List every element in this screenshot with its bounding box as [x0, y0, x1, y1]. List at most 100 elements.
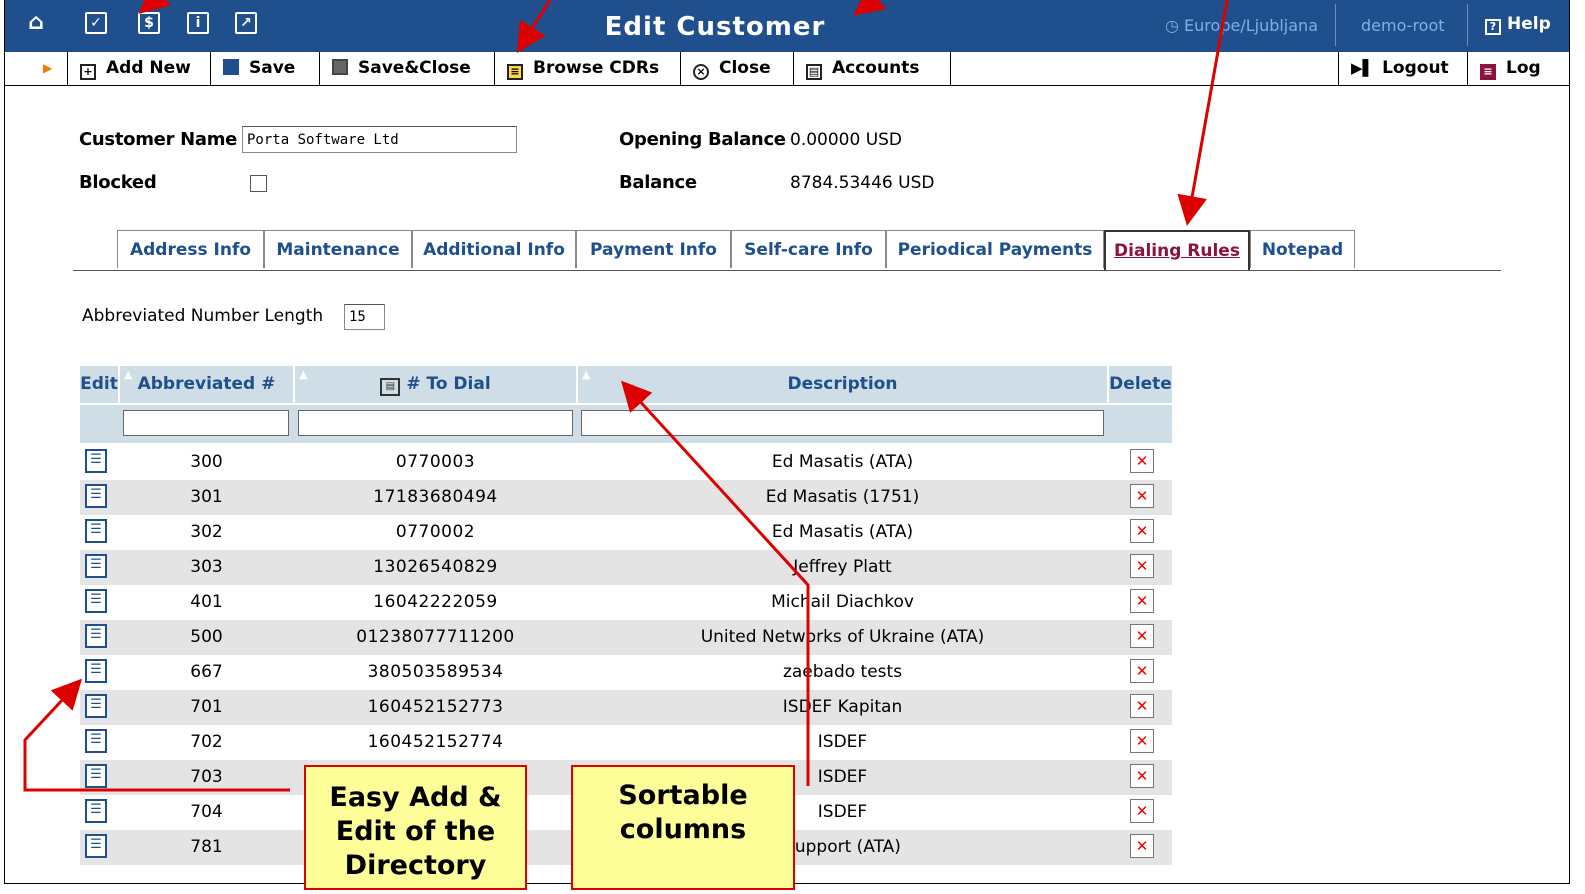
delete-icon[interactable]: ✕ — [1130, 834, 1154, 858]
divider — [1335, 4, 1336, 46]
log-button[interactable]: ≡ Log — [1468, 52, 1569, 85]
abbreviated-cell: 701 — [190, 697, 223, 717]
delete-icon[interactable]: ✕ — [1130, 449, 1154, 473]
tab-self-care-info[interactable]: Self-care Info — [731, 230, 886, 268]
logout-button[interactable]: ▶▌ Logout — [1338, 52, 1468, 85]
abbreviated-cell: 702 — [190, 732, 223, 752]
delete-icon[interactable]: ✕ — [1130, 764, 1154, 788]
col-description-header[interactable]: ▲▼ Description — [578, 366, 1107, 418]
table-row: ☰ 303 13026540829 Jeffrey Platt ✕ — [80, 550, 1172, 585]
tab-address-info[interactable]: Address Info — [117, 230, 264, 268]
table-row: ☰ 500 01238077711200 United Networks of Ukr… — [80, 620, 1172, 655]
abbreviated-cell: 401 — [190, 592, 223, 612]
browse-cdrs-button[interactable]: ≡ Browse CDRs — [495, 52, 681, 85]
description-cell: Jeffrey Platt — [793, 557, 892, 577]
delete-icon[interactable]: ✕ — [1130, 554, 1154, 578]
abbrev-length-input[interactable] — [344, 304, 385, 330]
log-icon: ≡ — [1480, 64, 1496, 80]
edit-icon[interactable]: ☰ — [85, 834, 107, 858]
tab-bar: Address Info Maintenance Additional Info… — [73, 230, 1501, 271]
to-dial-cell: 0770003 — [395, 452, 476, 472]
delete-icon[interactable]: ✕ — [1130, 729, 1154, 753]
help-button[interactable]: ? Help — [1485, 14, 1551, 35]
abbreviated-cell: 703 — [190, 767, 223, 787]
timezone-link[interactable]: ◷ Europe/Ljubljana — [1165, 16, 1318, 35]
edit-icon[interactable]: ☰ — [85, 624, 107, 648]
menu-toggle-icon[interactable]: ▶ — [5, 52, 68, 85]
abbreviated-cell: 704 — [190, 802, 223, 822]
phonebook-icon: ▤ — [380, 378, 401, 396]
help-label: Help — [1507, 14, 1551, 34]
table-row: ☰ 302 0770002 Ed Masatis (ATA) ✕ — [80, 515, 1172, 550]
opening-balance-value: 0.00000 USD — [790, 130, 903, 150]
edit-icon[interactable]: ☰ — [85, 449, 107, 473]
to-dial-cell: 0770002 — [395, 522, 476, 542]
save-button[interactable]: Save — [211, 52, 320, 85]
close-button[interactable]: × Close — [681, 52, 794, 85]
log-label: Log — [1506, 58, 1541, 78]
abbreviated-cell: 500 — [190, 627, 223, 647]
close-icon: × — [693, 64, 709, 80]
to-dial-cell: 160452152774 — [367, 732, 504, 752]
logout-label: Logout — [1382, 58, 1449, 78]
tab-dialing-rules[interactable]: Dialing Rules — [1104, 230, 1250, 270]
accounts-button[interactable]: ▤ Accounts — [794, 52, 951, 85]
divider — [1467, 4, 1468, 46]
tab-additional-info[interactable]: Additional Info — [412, 230, 576, 268]
tab-periodical-payments[interactable]: Periodical Payments — [886, 230, 1104, 268]
abbreviated-cell: 300 — [190, 452, 223, 472]
filter-description-input[interactable] — [581, 410, 1104, 436]
col-abbreviated-label: Abbreviated # — [137, 374, 276, 394]
abbrev-length-label: Abbreviated Number Length — [82, 306, 324, 326]
logout-icon: ▶▌ — [1351, 59, 1375, 77]
callout-sortable-columns: Sortable columns — [571, 765, 795, 890]
delete-icon[interactable]: ✕ — [1130, 589, 1154, 613]
edit-icon[interactable]: ☰ — [85, 729, 107, 753]
delete-icon[interactable]: ✕ — [1130, 659, 1154, 683]
delete-icon[interactable]: ✕ — [1130, 694, 1154, 718]
customer-name-input[interactable] — [242, 126, 517, 153]
delete-icon[interactable]: ✕ — [1130, 519, 1154, 543]
delete-icon[interactable]: ✕ — [1130, 624, 1154, 648]
to-dial-cell: 16042222059 — [373, 592, 498, 612]
customer-name-label: Customer Name — [79, 129, 238, 150]
user-link[interactable]: demo-root — [1361, 16, 1445, 35]
edit-icon[interactable]: ☰ — [85, 694, 107, 718]
filter-to-dial-input[interactable] — [298, 410, 573, 436]
col-edit-header: Edit — [80, 366, 118, 403]
add-new-button[interactable]: + Add New — [68, 52, 211, 85]
balance-value: 8784.53446 USD — [790, 173, 935, 193]
delete-icon[interactable]: ✕ — [1130, 484, 1154, 508]
edit-icon[interactable]: ☰ — [85, 799, 107, 823]
description-cell: ISDEF Kapitan — [782, 697, 903, 717]
description-cell: ISDEF — [817, 732, 868, 752]
col-to-dial-header[interactable]: ▲▼ ▤# To Dial — [295, 366, 576, 418]
abbreviated-cell: 301 — [190, 487, 223, 507]
edit-icon[interactable]: ☰ — [85, 764, 107, 788]
tab-payment-info[interactable]: Payment Info — [576, 230, 731, 268]
tab-notepad[interactable]: Notepad — [1250, 230, 1355, 268]
table-row: ☰ 401 16042222059 Michail Diachkov ✕ — [80, 585, 1172, 620]
to-dial-cell: 01238077711200 — [356, 627, 515, 647]
filter-abbreviated-input[interactable] — [123, 410, 289, 436]
edit-icon[interactable]: ☰ — [85, 484, 107, 508]
callout-easy-edit: Easy Add & Edit of the Directory — [304, 765, 527, 890]
edit-icon[interactable]: ☰ — [85, 589, 107, 613]
balance-label: Balance — [619, 172, 697, 193]
save-close-button[interactable]: Save&Close — [320, 52, 495, 85]
edit-icon[interactable]: ☰ — [85, 519, 107, 543]
edit-icon[interactable]: ☰ — [85, 554, 107, 578]
col-to-dial-label: # To Dial — [406, 374, 491, 394]
help-icon: ? — [1485, 19, 1501, 35]
delete-icon[interactable]: ✕ — [1130, 799, 1154, 823]
abbreviated-cell: 303 — [190, 557, 223, 577]
blocked-label: Blocked — [79, 172, 157, 193]
edit-icon[interactable]: ☰ — [85, 659, 107, 683]
tab-maintenance[interactable]: Maintenance — [264, 230, 412, 268]
floppy-icon — [223, 59, 239, 75]
col-abbreviated-header[interactable]: ▲▼ Abbreviated # — [120, 366, 293, 418]
blocked-checkbox[interactable] — [250, 175, 267, 192]
col-delete-header: Delete — [1109, 366, 1172, 403]
table-row: ☰ 702 160452152774 ISDEF ✕ — [80, 725, 1172, 760]
accounts-label: Accounts — [832, 58, 920, 78]
